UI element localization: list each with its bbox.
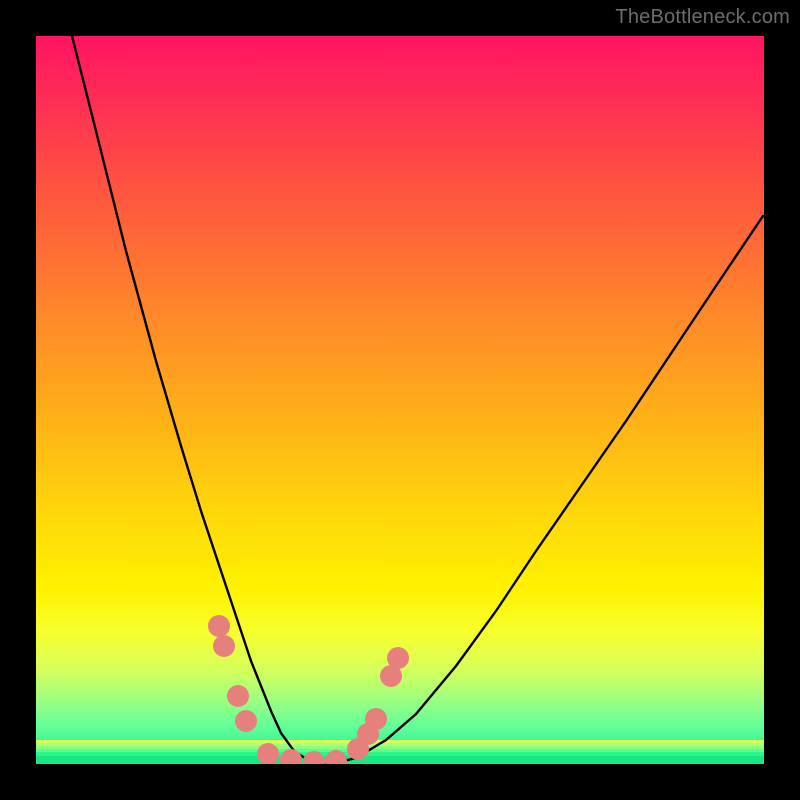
dot-left-lower-2 [235, 710, 257, 732]
dot-left-upper-2 [213, 635, 235, 657]
green-band [36, 740, 764, 764]
dot-right-upper-2 [387, 647, 409, 669]
bottleneck-curve [72, 36, 763, 764]
dot-left-lower-1 [227, 685, 249, 707]
green-stripe [36, 749, 764, 752]
chart-frame: TheBottleneck.com [0, 0, 800, 800]
watermark-text: TheBottleneck.com [615, 6, 790, 29]
green-stripe [36, 752, 764, 756]
chart-svg [36, 36, 764, 764]
dot-bottom-1 [257, 743, 279, 764]
green-stripe [36, 756, 764, 764]
plot-area [36, 36, 764, 764]
green-stripe [36, 740, 764, 743]
dot-left-upper-1 [208, 615, 230, 637]
dot-right-lower-3 [365, 708, 387, 730]
green-stripe [36, 743, 764, 746]
green-stripe [36, 746, 764, 749]
